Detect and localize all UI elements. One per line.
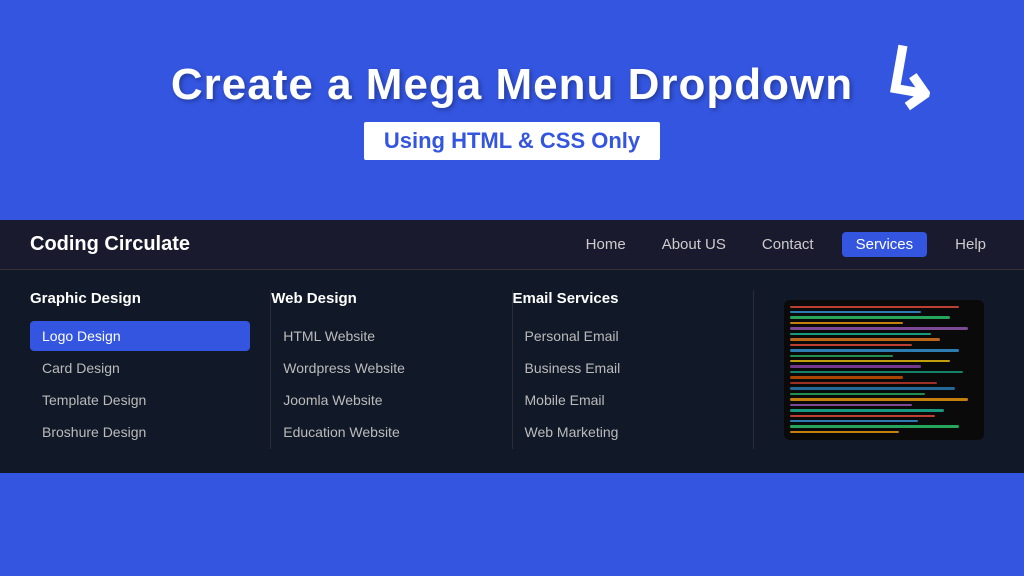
hero-title: Create a Mega Menu Dropdown [171, 60, 853, 110]
menu-item-wordpress[interactable]: Wordpress Website [271, 353, 491, 383]
code-image [784, 300, 984, 440]
menu-item-web-marketing[interactable]: Web Marketing [513, 417, 733, 447]
navbar: Coding Circulate Home About US Contact S… [0, 220, 1024, 270]
navbar-nav: Home About US Contact Services Help [578, 232, 994, 257]
menu-column-email: Email Services Personal Email Business E… [513, 290, 754, 449]
nav-item-help[interactable]: Help [947, 232, 994, 257]
menu-item-logo[interactable]: Logo Design [30, 321, 250, 351]
mega-menu: Graphic Design Logo Design Card Design T… [0, 270, 1024, 473]
email-services-header: Email Services [513, 290, 733, 307]
menu-item-joomla[interactable]: Joomla Website [271, 385, 491, 415]
menu-item-personal-email[interactable]: Personal Email [513, 321, 733, 351]
menu-column-graphic: Graphic Design Logo Design Card Design T… [30, 290, 271, 449]
navbar-brand: Coding Circulate [30, 233, 190, 256]
hero-subtitle: Using HTML & CSS Only [384, 128, 640, 153]
menu-item-card[interactable]: Card Design [30, 353, 250, 383]
menu-column-web: Web Design HTML Website Wordpress Websit… [271, 290, 512, 449]
nav-item-services[interactable]: Services [842, 232, 928, 257]
hero-subtitle-wrapper: Using HTML & CSS Only [364, 122, 660, 160]
web-design-header: Web Design [271, 290, 491, 307]
menu-item-broshure[interactable]: Broshure Design [30, 417, 250, 447]
menu-item-template[interactable]: Template Design [30, 385, 250, 415]
code-lines-visual [784, 300, 984, 440]
menu-item-mobile-email[interactable]: Mobile Email [513, 385, 733, 415]
hero-section: Create a Mega Menu Dropdown Using HTML &… [0, 0, 1024, 220]
nav-item-contact[interactable]: Contact [754, 232, 822, 257]
nav-item-home[interactable]: Home [578, 232, 634, 257]
arrow-icon: ↳ [871, 35, 951, 125]
menu-item-html[interactable]: HTML Website [271, 321, 491, 351]
menu-image-column [754, 290, 994, 449]
menu-item-business-email[interactable]: Business Email [513, 353, 733, 383]
graphic-design-header: Graphic Design [30, 290, 250, 307]
nav-item-about[interactable]: About US [654, 232, 734, 257]
menu-item-education[interactable]: Education Website [271, 417, 491, 447]
